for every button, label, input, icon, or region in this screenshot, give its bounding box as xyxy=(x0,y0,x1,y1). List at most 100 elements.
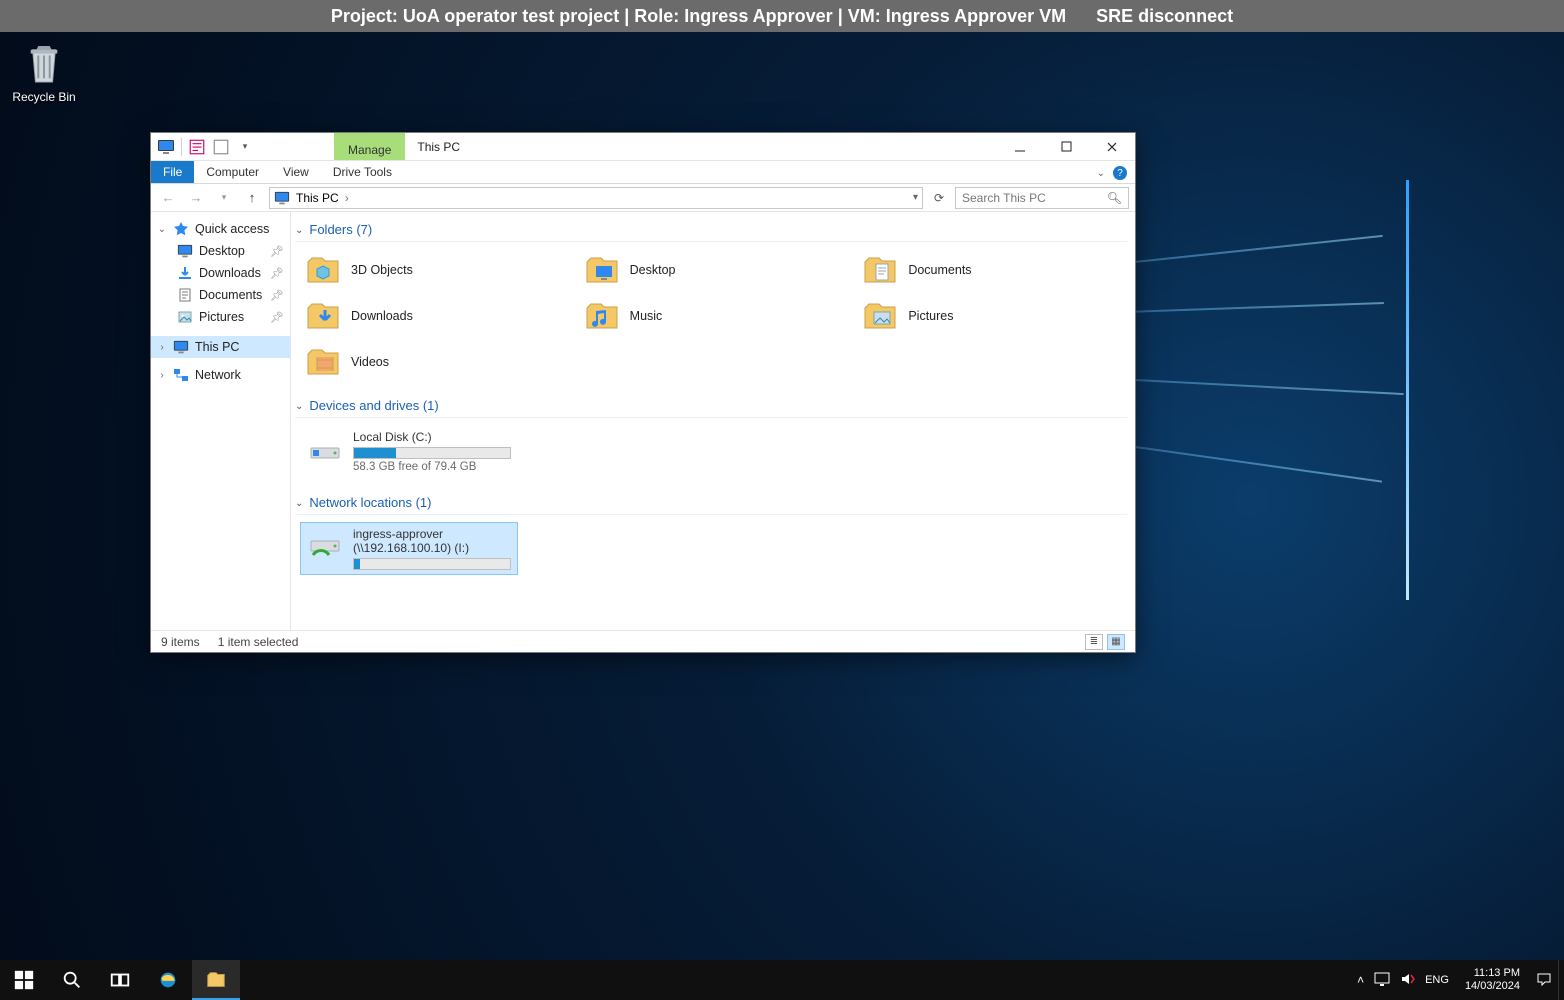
pin-icon: 📌︎ xyxy=(270,311,284,324)
tray-volume-icon[interactable] xyxy=(1400,972,1415,989)
address-pc-icon xyxy=(274,191,290,205)
nav-back-button[interactable]: ← xyxy=(157,187,179,209)
qat-properties-icon[interactable] xyxy=(188,138,206,156)
sidebar-item-desktop[interactable]: Desktop 📌︎ xyxy=(151,240,290,262)
view-details-button[interactable]: ≣ xyxy=(1085,634,1103,650)
maximize-button[interactable] xyxy=(1043,133,1089,160)
chevron-right-icon[interactable]: › xyxy=(157,342,167,353)
task-view-button[interactable] xyxy=(96,960,144,1000)
taskbar-explorer-button[interactable] xyxy=(192,960,240,1000)
folder-music[interactable]: Music xyxy=(580,296,849,336)
star-icon xyxy=(173,221,189,237)
search-box[interactable]: Search This PC 🔍︎ xyxy=(955,187,1129,209)
sidebar-label: This PC xyxy=(195,340,239,354)
folder-icon xyxy=(862,252,898,288)
view-tiles-button[interactable]: ▦ xyxy=(1107,634,1125,650)
folder-downloads[interactable]: Downloads xyxy=(301,296,570,336)
nav-up-button[interactable]: ↑ xyxy=(241,187,263,209)
ribbon-context-manage[interactable]: Manage xyxy=(334,133,405,160)
folder-icon xyxy=(305,298,341,334)
folder-videos[interactable]: Videos xyxy=(301,342,570,382)
taskbar-ie-button[interactable] xyxy=(144,960,192,1000)
drive-label: ingress-approver (\\192.168.100.10) (I:) xyxy=(353,527,511,555)
close-button[interactable] xyxy=(1089,133,1135,160)
status-bar: 9 items 1 item selected ≣ ▦ xyxy=(151,630,1135,652)
minimize-button[interactable] xyxy=(997,133,1043,160)
folder-3d-objects[interactable]: 3D Objects xyxy=(301,250,570,290)
sidebar-quick-access[interactable]: ⌄ Quick access xyxy=(151,218,290,240)
folder-icon xyxy=(305,252,341,288)
folder-icon xyxy=(584,298,620,334)
tray-clock[interactable]: 11:13 PM 14/03/2024 xyxy=(1459,967,1526,993)
info-project: Project: UoA operator test project | Rol… xyxy=(331,6,1066,27)
group-folders-header[interactable]: ⌄ Folders (7) xyxy=(295,216,1127,242)
desktop-icon-recycle-bin[interactable]: Recycle Bin xyxy=(6,42,82,104)
start-button[interactable] xyxy=(0,960,48,1000)
group-netloc-header[interactable]: ⌄ Network locations (1) xyxy=(295,489,1127,515)
sidebar-item-label: Desktop xyxy=(199,244,245,258)
tab-drive-tools[interactable]: Drive Tools xyxy=(321,161,404,183)
sidebar-item-label: Pictures xyxy=(199,310,244,324)
documents-icon xyxy=(177,287,193,303)
network-icon xyxy=(173,367,189,383)
help-icon[interactable]: ? xyxy=(1113,166,1127,180)
nav-forward-button: → xyxy=(185,187,207,209)
ribbon-expand-icon[interactable]: ⌄ xyxy=(1097,168,1105,179)
status-selected: 1 item selected xyxy=(218,635,299,649)
pin-icon: 📌︎ xyxy=(270,267,284,280)
action-center-icon[interactable] xyxy=(1536,972,1552,989)
sidebar-label: Network xyxy=(195,368,241,382)
pictures-icon xyxy=(177,309,193,325)
sidebar-this-pc[interactable]: › This PC xyxy=(151,336,290,358)
folder-icon xyxy=(305,344,341,380)
network-drive-ingress[interactable]: ingress-approver (\\192.168.100.10) (I:) xyxy=(301,523,517,574)
pin-icon: 📌︎ xyxy=(270,289,284,302)
tab-view[interactable]: View xyxy=(271,161,321,183)
search-placeholder: Search This PC xyxy=(962,191,1046,205)
folder-pictures[interactable]: Pictures xyxy=(858,296,1127,336)
chevron-right-icon[interactable]: › xyxy=(157,370,167,381)
tab-computer[interactable]: Computer xyxy=(194,161,271,183)
status-item-count: 9 items xyxy=(161,635,200,649)
group-drives-header[interactable]: ⌄ Devices and drives (1) xyxy=(295,392,1127,418)
address-bar[interactable]: This PC ▾ xyxy=(269,187,923,209)
folder-desktop[interactable]: Desktop xyxy=(580,250,849,290)
system-tray: ˄ ENG 11:13 PM 14/03/2024 xyxy=(1351,960,1558,1000)
desktop-light-bar xyxy=(1406,180,1409,600)
drive-local-c[interactable]: Local Disk (C:) 58.3 GB free of 79.4 GB xyxy=(301,426,517,477)
tab-file[interactable]: File xyxy=(151,161,194,183)
folder-icon xyxy=(584,252,620,288)
qat-dropdown-icon[interactable]: ▾ xyxy=(236,138,254,156)
sidebar-label: Quick access xyxy=(195,222,269,236)
taskbar-search-button[interactable] xyxy=(48,960,96,1000)
sre-disconnect[interactable]: SRE disconnect xyxy=(1096,6,1233,27)
drive-usage-fill xyxy=(354,448,396,458)
nav-recent-dropdown[interactable]: ▾ xyxy=(213,187,235,209)
chevron-down-icon: ⌄ xyxy=(295,498,303,509)
sidebar-network[interactable]: › Network xyxy=(151,364,290,386)
tray-language[interactable]: ENG xyxy=(1425,974,1449,986)
breadcrumb-this-pc[interactable]: This PC xyxy=(296,191,349,205)
tray-network-icon[interactable] xyxy=(1374,972,1390,989)
qat-newfolder-icon[interactable] xyxy=(212,138,230,156)
taskbar: ˄ ENG 11:13 PM 14/03/2024 xyxy=(0,960,1564,1000)
content-pane[interactable]: ⌄ Folders (7) 3D Objects Desktop Documen… xyxy=(291,212,1135,630)
desktop-icon xyxy=(177,243,193,259)
tray-overflow-icon[interactable]: ˄ xyxy=(1357,973,1364,987)
sidebar-item-pictures[interactable]: Pictures 📌︎ xyxy=(151,306,290,328)
pc-icon xyxy=(173,339,189,355)
drive-usage-bar xyxy=(353,447,511,459)
show-desktop-button[interactable] xyxy=(1558,960,1564,1000)
address-dropdown-icon[interactable]: ▾ xyxy=(913,192,918,203)
sidebar-item-documents[interactable]: Documents 📌︎ xyxy=(151,284,290,306)
window-title: This PC xyxy=(405,133,997,160)
ribbon-tabs: File Computer View Drive Tools ⌄ ? xyxy=(151,161,1135,184)
drive-usage-fill xyxy=(354,559,360,569)
sidebar-item-downloads[interactable]: Downloads 📌︎ xyxy=(151,262,290,284)
folder-documents[interactable]: Documents xyxy=(858,250,1127,290)
titlebar[interactable]: ▾ Manage This PC xyxy=(151,133,1135,161)
network-drive-icon xyxy=(307,527,343,563)
session-info-bar: Project: UoA operator test project | Rol… xyxy=(0,0,1564,32)
refresh-button[interactable]: ⟳ xyxy=(929,191,949,205)
chevron-down-icon[interactable]: ⌄ xyxy=(157,224,167,235)
